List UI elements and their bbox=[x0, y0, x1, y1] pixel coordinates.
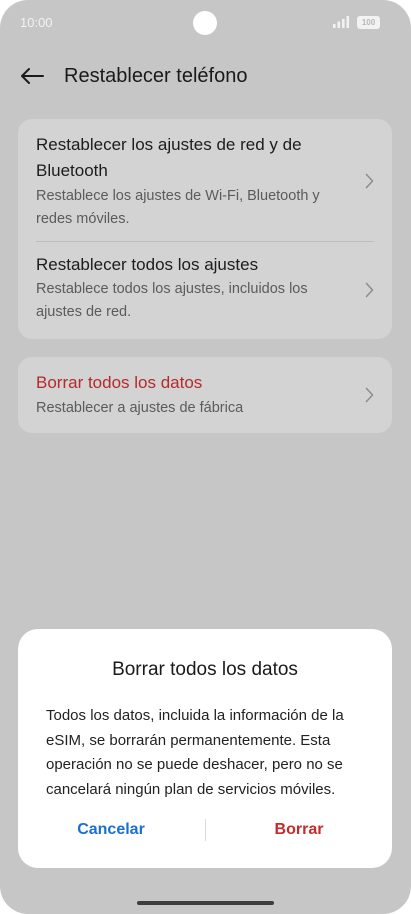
app-bar: Restablecer teléfono bbox=[0, 56, 411, 96]
erase-all-data-subtitle: Restablecer a ajustes de fábrica bbox=[36, 400, 244, 416]
reset-network-option[interactable]: Restablecer los ajustes de red y de Blue… bbox=[18, 119, 392, 241]
reset-options-card: Restablecer los ajustes de red y de Blue… bbox=[18, 119, 392, 339]
dialog-message: Todos los datos, incluida la información… bbox=[46, 707, 344, 798]
confirm-dialog: Borrar todos los datos Todos los datos, … bbox=[18, 629, 392, 868]
arrow-left-icon bbox=[21, 68, 44, 84]
reset-all-settings-subtitle: Restablece todos los ajustes, incluidos … bbox=[36, 281, 308, 320]
erase-data-card: Borrar todos los datos Restablecer a aju… bbox=[18, 357, 392, 433]
reset-network-title: Restablecer los ajustes de red y de Blue… bbox=[36, 135, 302, 180]
cancel-button[interactable]: Cancelar bbox=[36, 818, 186, 844]
chevron-right-icon bbox=[365, 282, 374, 298]
confirm-erase-button[interactable]: Borrar bbox=[224, 818, 374, 844]
chevron-right-icon bbox=[365, 173, 374, 189]
erase-all-data-title: Borrar todos los datos bbox=[36, 373, 203, 392]
battery-icon: 100 bbox=[357, 16, 380, 29]
reset-all-settings-title: Restablecer todos los ajustes bbox=[36, 255, 259, 274]
reset-all-settings-option[interactable]: Restablecer todos los ajustes Restablece… bbox=[18, 241, 392, 339]
reset-network-subtitle: Restablece los ajustes de Wi-Fi, Bluetoo… bbox=[36, 188, 320, 227]
front-camera bbox=[193, 11, 217, 35]
chevron-right-icon bbox=[365, 387, 374, 403]
erase-all-data-option[interactable]: Borrar todos los datos Restablecer a aju… bbox=[18, 357, 392, 433]
back-button[interactable] bbox=[16, 62, 48, 90]
phone-screen: 10:00 100 Restablecer teléfono Restablec… bbox=[0, 0, 411, 914]
status-time: 10:00 bbox=[20, 15, 53, 30]
signal-icon bbox=[333, 16, 350, 28]
status-bar: 10:00 100 bbox=[0, 0, 411, 46]
home-indicator[interactable] bbox=[137, 901, 274, 905]
button-separator bbox=[205, 819, 206, 841]
dialog-title: Borrar todos los datos bbox=[112, 659, 298, 680]
page-title: Restablecer teléfono bbox=[64, 65, 248, 87]
